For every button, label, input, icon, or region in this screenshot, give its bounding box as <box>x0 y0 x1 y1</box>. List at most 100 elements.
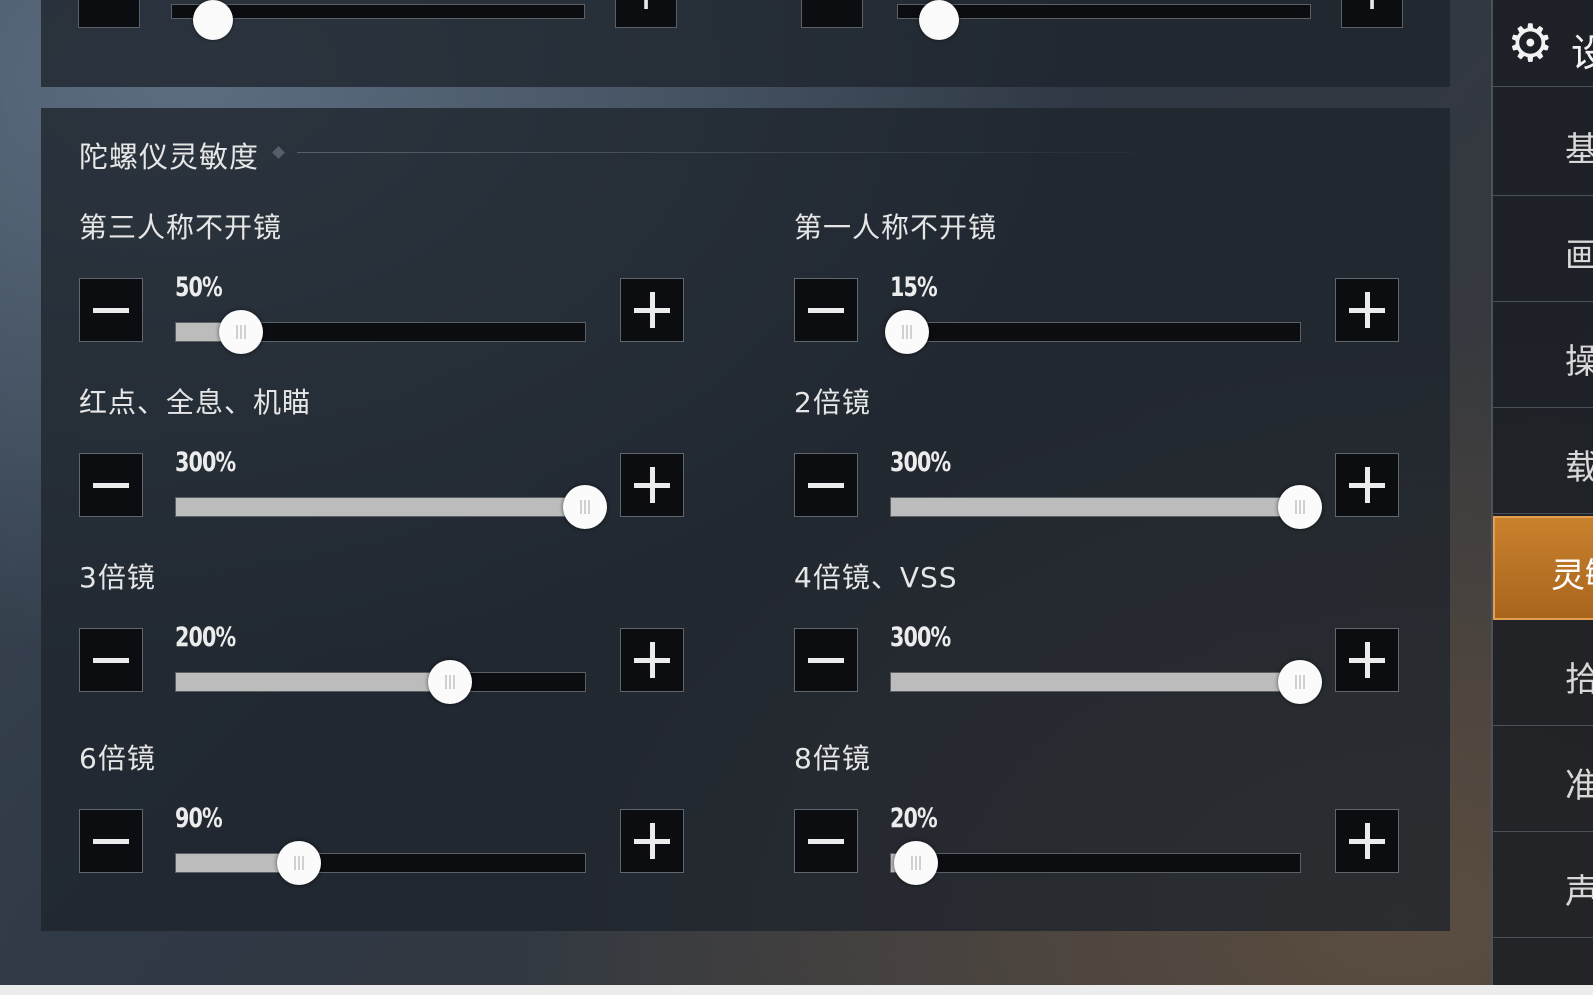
increase-button[interactable] <box>620 278 684 342</box>
increase-button[interactable] <box>1335 278 1399 342</box>
setting-label: 8倍镜 <box>794 742 871 775</box>
setting-label: 2倍镜 <box>794 386 871 419</box>
decrease-button[interactable] <box>794 278 858 342</box>
slider-track[interactable] <box>890 485 1322 529</box>
sidebar-header: ⚙ 设 <box>1493 0 1593 87</box>
gyroscope-sensitivity-panel: 陀螺仪灵敏度 第三人称不开镜 50% 第一人称不开镜 15% 红点、全息、机瞄 300% 2… <box>41 108 1450 931</box>
decrease-button[interactable] <box>801 0 863 28</box>
previous-settings-panel: + + <box>41 0 1450 87</box>
grip-line <box>918 856 921 870</box>
gear-icon: ⚙ <box>1507 14 1554 74</box>
increase-button[interactable] <box>620 453 684 517</box>
grip-line <box>297 856 300 870</box>
grip-line <box>910 856 913 870</box>
slider-track[interactable] <box>890 841 1301 885</box>
slider-track[interactable] <box>175 660 586 704</box>
minus-icon <box>808 483 844 488</box>
minus-icon <box>93 658 129 663</box>
decrease-button[interactable] <box>794 453 858 517</box>
sidebar-item[interactable]: 准 <box>1493 728 1593 832</box>
sidebar-item[interactable]: 基 <box>1493 92 1593 196</box>
grip-line <box>293 856 296 870</box>
slider-track[interactable] <box>175 310 586 354</box>
grip-line <box>240 325 243 339</box>
slider-fill <box>176 673 451 691</box>
increase-button[interactable] <box>1335 809 1399 873</box>
decrease-button[interactable] <box>78 0 140 28</box>
partial-slider-row: + + <box>41 0 1450 40</box>
minus-icon <box>93 308 129 313</box>
increase-button[interactable] <box>620 809 684 873</box>
increase-button[interactable] <box>620 628 684 692</box>
increase-button[interactable] <box>1335 628 1399 692</box>
sidebar-item[interactable]: 操 <box>1493 304 1593 408</box>
plus-icon-vertical <box>1365 292 1370 328</box>
sidebar-item-label: 准 <box>1565 758 1593 807</box>
slider-track[interactable] <box>175 841 586 885</box>
grip-line <box>914 856 917 870</box>
setting-value: 50% <box>175 272 223 303</box>
increase-button[interactable]: + <box>1341 0 1403 28</box>
setting-value: 300% <box>890 447 951 478</box>
slider-thumb[interactable] <box>428 660 473 704</box>
decrease-button[interactable] <box>79 278 143 342</box>
sensitivity-setting: 第一人称不开镜 15% <box>794 206 1404 354</box>
bottom-edge <box>0 985 1593 995</box>
slider-thumb[interactable] <box>563 485 607 529</box>
sidebar-item[interactable]: 拾 <box>1493 622 1593 726</box>
sensitivity-setting: 8倍镜 20% <box>794 737 1404 885</box>
sidebar-item-label: 载 <box>1565 440 1593 489</box>
sidebar-item[interactable]: 声 <box>1493 834 1593 938</box>
grip-line <box>445 675 448 689</box>
slider-thumb[interactable] <box>1278 485 1322 529</box>
minus-icon <box>93 839 129 844</box>
setting-value: 200% <box>175 622 236 653</box>
section-title: 陀螺仪灵敏度 <box>79 140 260 174</box>
sensitivity-setting: 第三人称不开镜 50% <box>79 206 689 354</box>
sidebar-item-label: 灵敏 <box>1551 556 1593 596</box>
plus-icon-vertical <box>1365 642 1370 678</box>
decrease-button[interactable] <box>794 628 858 692</box>
slider-fill <box>176 498 585 516</box>
slider-thumb[interactable] <box>918 0 959 40</box>
slider-track[interactable] <box>171 0 585 40</box>
minus-icon <box>808 658 844 663</box>
slider-track[interactable] <box>897 0 1311 40</box>
plus-icon-vertical <box>1365 467 1370 503</box>
grip-line <box>1299 675 1301 689</box>
grip-line <box>1295 675 1297 689</box>
minus-icon <box>93 483 129 488</box>
setting-label: 红点、全息、机瞄 <box>79 386 312 419</box>
slider-track[interactable] <box>885 310 1301 354</box>
slider-thumb[interactable] <box>1278 660 1322 704</box>
minus-icon <box>808 308 844 313</box>
section-divider <box>297 152 1132 153</box>
sensitivity-setting: 红点、全息、机瞄 300% <box>79 381 689 529</box>
slider-thumb[interactable] <box>192 0 233 40</box>
decrease-button[interactable] <box>79 809 143 873</box>
slider-thumb[interactable] <box>276 841 321 885</box>
slider-thumb[interactable] <box>885 310 930 354</box>
decrease-button[interactable] <box>794 809 858 873</box>
slider-track[interactable] <box>175 485 607 529</box>
slider-track[interactable] <box>890 660 1322 704</box>
decrease-button[interactable] <box>79 453 143 517</box>
sidebar-item-label: 拾 <box>1565 652 1593 701</box>
sidebar-item[interactable]: 灵敏 <box>1493 516 1593 620</box>
sidebar-item[interactable]: 画 <box>1493 198 1593 302</box>
grip-line <box>902 325 905 339</box>
plus-icon-vertical <box>650 292 655 328</box>
grip-line <box>301 856 304 870</box>
sidebar-item-label: 基 <box>1565 122 1593 171</box>
decrease-button[interactable] <box>79 628 143 692</box>
slider-thumb[interactable] <box>219 310 264 354</box>
slider-fill <box>891 673 1300 691</box>
setting-label: 4倍镜、VSS <box>794 561 958 594</box>
increase-button[interactable] <box>1335 453 1399 517</box>
slider-thumb[interactable] <box>893 841 938 885</box>
sidebar-item[interactable]: 载 <box>1493 410 1593 514</box>
sidebar-title: 设 <box>1571 22 1593 77</box>
grip-line <box>1299 500 1301 514</box>
increase-button[interactable]: + <box>615 0 677 28</box>
grip-line <box>1303 500 1305 514</box>
